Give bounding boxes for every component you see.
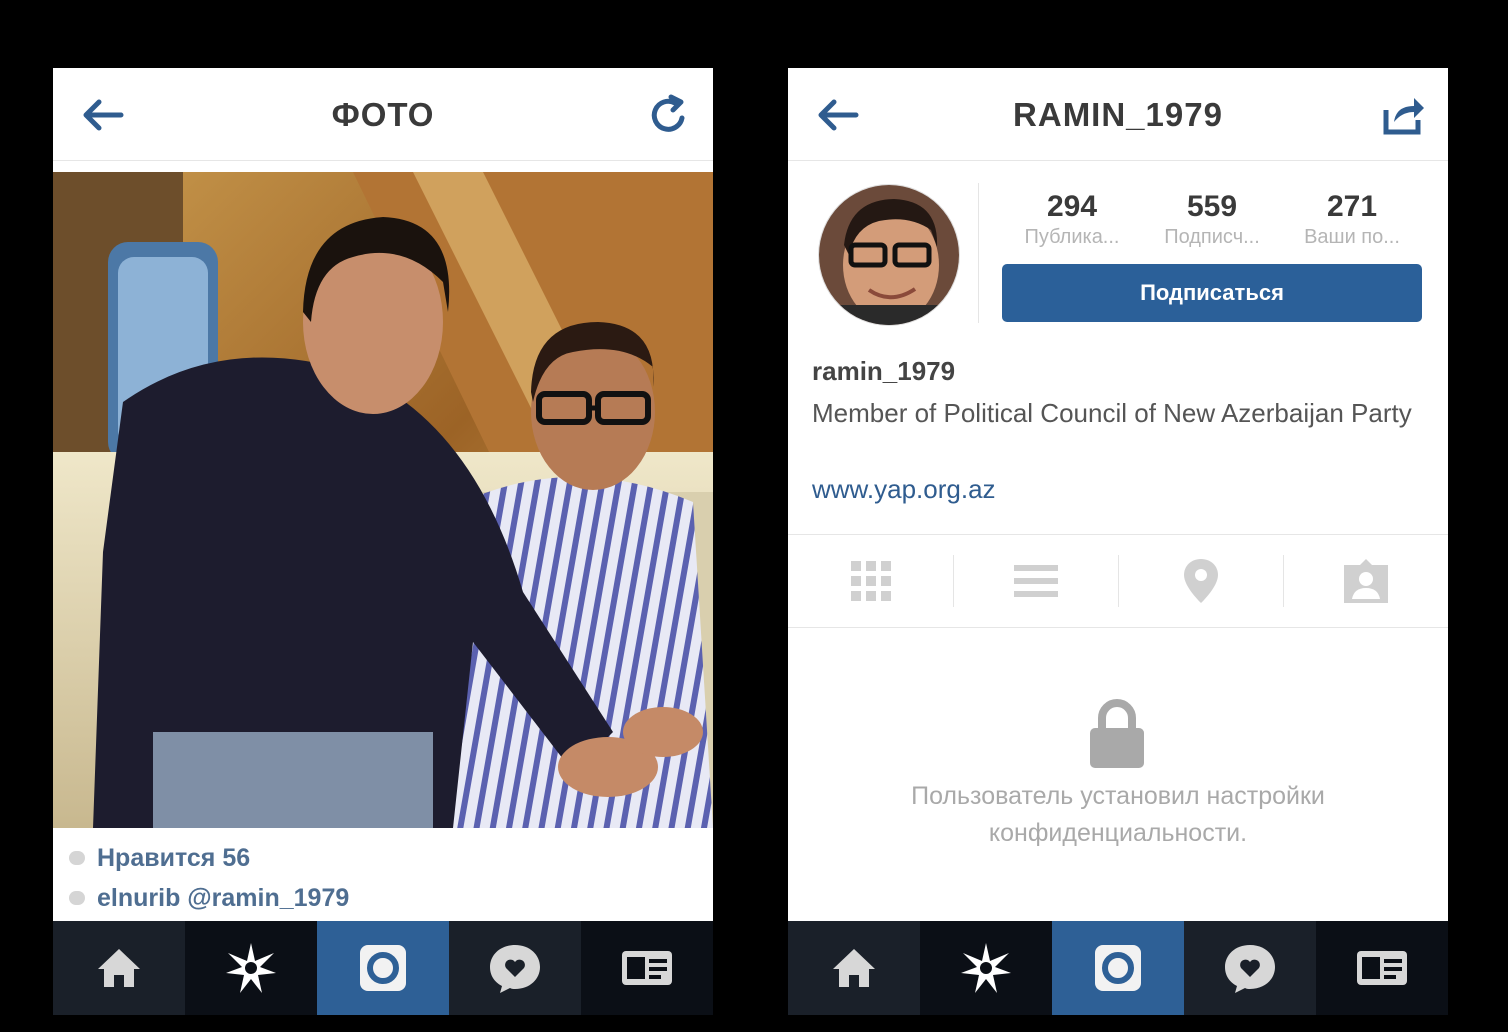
tab-list-view[interactable]	[953, 535, 1118, 627]
tagged-person-icon	[1343, 559, 1388, 603]
location-pin-icon	[1183, 559, 1218, 603]
stat-count: 294	[1046, 190, 1098, 223]
share-icon	[1383, 98, 1424, 135]
top-bar: ФОТО	[53, 68, 713, 161]
home-icon	[833, 949, 875, 987]
camera-icon	[360, 945, 406, 991]
profile-stats: 294 Публика... 559 Подписч... 271 Ваши п…	[1002, 190, 1422, 249]
explore-star-icon	[226, 943, 276, 993]
tab-home[interactable]	[53, 921, 185, 1015]
tab-activity[interactable]	[1184, 921, 1316, 1015]
profile-card-icon	[622, 951, 672, 985]
tab-tagged-view[interactable]	[1283, 535, 1448, 627]
tab-grid-view[interactable]	[788, 535, 953, 627]
refresh-button[interactable]	[643, 90, 693, 140]
post-photo[interactable]	[53, 172, 713, 828]
tab-camera[interactable]	[1052, 921, 1184, 1015]
tab-explore[interactable]	[185, 921, 317, 1015]
list-icon	[1013, 565, 1058, 597]
tab-activity[interactable]	[449, 921, 581, 1015]
stat-count: 559	[1186, 190, 1238, 223]
stat-label: Публика...	[1024, 226, 1120, 248]
tab-explore[interactable]	[920, 921, 1052, 1015]
post-photo-image	[53, 172, 713, 828]
profile-website-link[interactable]: www.yap.org.az	[812, 474, 996, 505]
tab-profile[interactable]	[581, 921, 713, 1015]
stat-label: Подписч...	[1164, 226, 1260, 248]
page-title: RAMIN_1979	[1013, 96, 1223, 133]
divider	[978, 183, 979, 323]
private-account-message: Пользователь установил настройки конфиде…	[911, 782, 1325, 847]
profile-card-icon	[1357, 951, 1407, 985]
stat-posts[interactable]: 294 Публика...	[1002, 190, 1142, 249]
share-button[interactable]	[1378, 90, 1428, 140]
profile-view-tabs	[788, 534, 1448, 628]
tab-profile[interactable]	[1316, 921, 1448, 1015]
page-title: ФОТО	[331, 96, 435, 133]
tab-camera[interactable]	[317, 921, 449, 1015]
refresh-icon	[651, 94, 685, 132]
comment-icon	[69, 891, 85, 906]
profile-bio: Member of Political Council of New Azerb…	[812, 398, 1412, 428]
top-bar: RAMIN_1979	[788, 68, 1448, 161]
comment-mention[interactable]: @ramin_1979	[180, 884, 349, 912]
lock-icon	[1090, 699, 1144, 768]
tab-map-view[interactable]	[1118, 535, 1283, 627]
profile-avatar[interactable]	[818, 184, 960, 326]
stat-following[interactable]: 271 Ваши по...	[1282, 190, 1422, 249]
stat-count: 271	[1326, 190, 1378, 223]
comment-row: elnurib @ramin_1979	[69, 883, 349, 913]
home-icon	[98, 949, 140, 987]
profile-screen: RAMIN_1979 294 Публика... 559 Подписч...	[788, 68, 1448, 1015]
avatar-image	[819, 185, 959, 325]
comment-username[interactable]: elnurib	[97, 884, 180, 912]
activity-heart-icon	[1225, 945, 1275, 993]
likes-count: Нравится 56	[97, 843, 251, 872]
grid-icon	[850, 561, 891, 601]
bottom-tab-bar	[53, 921, 713, 1015]
camera-icon	[1095, 945, 1141, 991]
bottom-tab-bar	[788, 921, 1448, 1015]
follow-button[interactable]: Подписаться	[1002, 264, 1422, 322]
photo-screen: ФОТО Нравится 56 elnurib @ramin_1979	[53, 68, 713, 1015]
stat-followers[interactable]: 559 Подписч...	[1142, 190, 1282, 249]
heart-icon	[69, 851, 85, 866]
stat-label: Ваши по...	[1304, 226, 1400, 248]
activity-heart-icon	[490, 945, 540, 993]
likes-row[interactable]: Нравится 56	[69, 843, 250, 873]
profile-username: ramin_1979	[812, 356, 956, 386]
explore-star-icon	[961, 943, 1011, 993]
tab-home[interactable]	[788, 921, 920, 1015]
